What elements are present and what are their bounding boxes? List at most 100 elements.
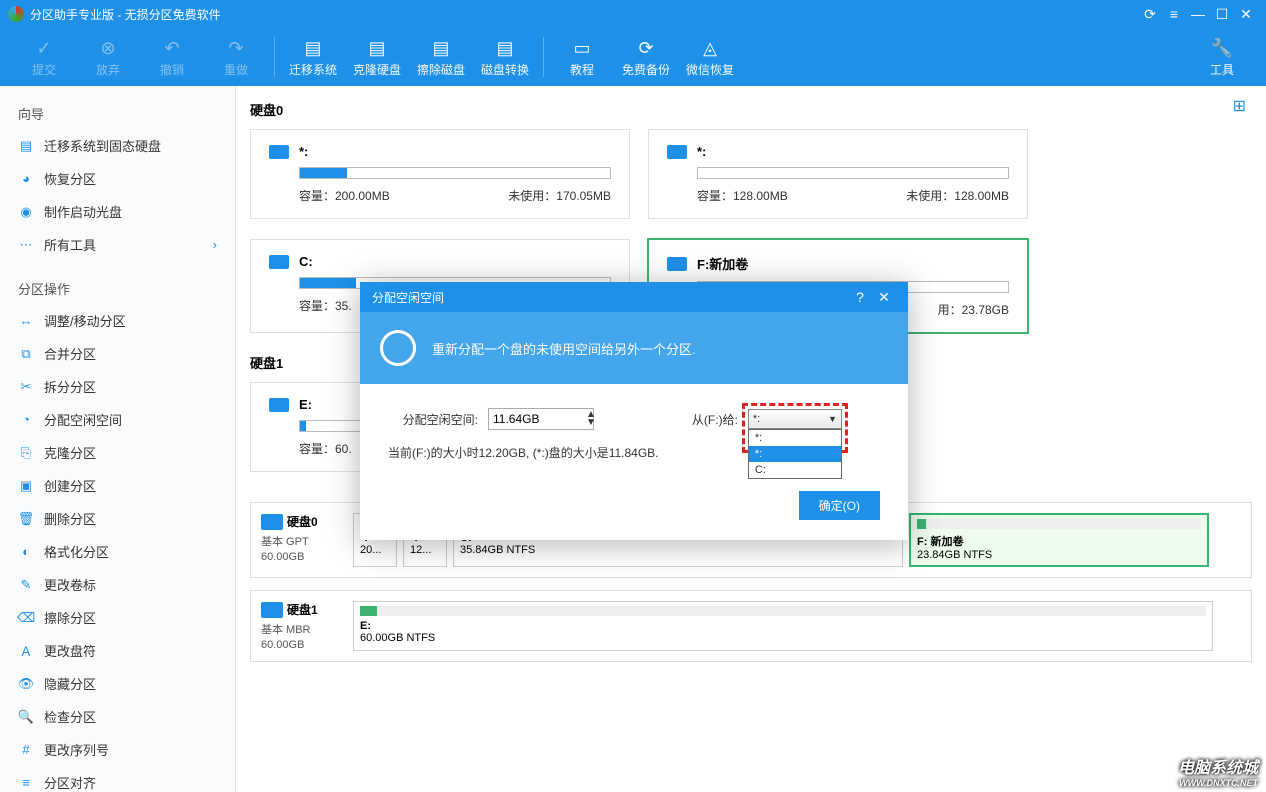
merge-icon: ⧉ — [18, 346, 34, 362]
free-label: 未使用：128.00MB — [906, 187, 1009, 204]
ops-section-title: 分区操作 — [0, 273, 235, 304]
sidebar-item-label: 合并分区 — [44, 344, 96, 363]
ops-item-11[interactable]: 👁隐藏分区 — [0, 667, 235, 700]
align-icon: ≡ — [18, 775, 34, 791]
sidebar-item-label: 克隆分区 — [44, 443, 96, 462]
format-icon: ◐ — [18, 544, 34, 560]
ops-item-1[interactable]: ⧉ 合并分区 — [0, 337, 235, 370]
ops-item-0[interactable]: ↔ 调整/移动分区 — [0, 304, 235, 337]
alloc-size-input[interactable] — [488, 408, 594, 430]
split-icon: ✂ — [18, 379, 34, 395]
sidebar-item-label: 更改盘符 — [44, 641, 96, 660]
layout-toggle-icon[interactable]: ⊞ — [1233, 96, 1246, 116]
ops-item-6[interactable]: 🗑删除分区 — [0, 502, 235, 535]
wizard-section-title: 向导 — [0, 98, 235, 129]
resize-icon: ↔ — [18, 313, 34, 329]
ops-item-8[interactable]: ✎ 更改卷标 — [0, 568, 235, 601]
dialog-title: 分配空闲空间 — [372, 289, 444, 306]
sidebar-item-label: 恢复分区 — [44, 169, 96, 188]
disk-icon — [261, 602, 283, 618]
sidebar-item-label: 创建分区 — [44, 476, 96, 495]
dots-icon: ⋯ — [18, 237, 34, 253]
disk-map-1[interactable]: 硬盘1基本 MBR60.00GBE:60.00GB NTFS — [250, 590, 1252, 662]
partition-card[interactable]: *:容量：128.00MB未使用：128.00MB — [648, 129, 1028, 219]
sidebar-item-label: 迁移系统到固态硬盘 — [44, 136, 161, 155]
dropdown-option[interactable]: C: — [749, 462, 841, 478]
spinner-buttons[interactable]: ▲▼ — [586, 411, 596, 427]
ops-item-3[interactable]: ◔分配空闲空间 — [0, 403, 235, 436]
sidebar-item-label: 更改卷标 — [44, 575, 96, 594]
pie-icon: ◕ — [18, 171, 34, 187]
wizard-item-1[interactable]: ◕ 恢复分区 — [0, 162, 235, 195]
redo-button[interactable]: ↷重做 — [204, 37, 268, 78]
discard-button[interactable]: ⊗放弃 — [76, 37, 140, 78]
ops-item-9[interactable]: ⌫擦除分区 — [0, 601, 235, 634]
label-icon: ✎ — [18, 577, 34, 593]
drive-icon — [667, 145, 687, 159]
watermark: 电脑系统城 WWW.DNXTC.NET — [1178, 754, 1258, 788]
ops-item-12[interactable]: 🔍检查分区 — [0, 700, 235, 733]
refresh-button[interactable]: ⟳ — [1138, 6, 1162, 23]
serial-icon: # — [18, 742, 34, 758]
dialog-titlebar: 分配空闲空间 ? ✕ — [360, 282, 908, 312]
tutorial-button[interactable]: ▭教程 — [550, 37, 614, 78]
free-label: 未使用：170.05MB — [508, 187, 611, 204]
capacity-label: 容量：35. — [299, 297, 352, 314]
disk-segment[interactable]: F: 新加卷23.84GB NTFS — [909, 513, 1209, 567]
disk-info: 硬盘0基本 GPT60.00GB — [261, 513, 347, 567]
ops-item-4[interactable]: ⎘ 克隆分区 — [0, 436, 235, 469]
maximize-button[interactable]: ☐ — [1210, 6, 1234, 23]
dropdown-selected: *: — [753, 413, 760, 425]
disk-segment[interactable]: E:60.00GB NTFS — [353, 601, 1213, 651]
allocate-dialog: 分配空闲空间 ? ✕ 重新分配一个盘的未使用空间给另外一个分区. 分配空闲空间:… — [360, 282, 908, 540]
commit-button[interactable]: ✓提交 — [12, 37, 76, 78]
capacity-label: 容量：200.00MB — [299, 187, 390, 204]
sidebar-item-label: 所有工具 — [44, 235, 96, 254]
dropdown-option[interactable]: *: — [749, 446, 841, 462]
sidebar-item-label: 制作启动光盘 — [44, 202, 122, 221]
ops-item-7[interactable]: ◐ 格式化分区 — [0, 535, 235, 568]
partition-name: E: — [299, 397, 312, 412]
close-button[interactable]: ✕ — [1234, 6, 1258, 23]
ok-button[interactable]: 确定(O) — [799, 491, 880, 520]
convert-button[interactable]: ▤磁盘转换 — [473, 37, 537, 78]
chevron-right-icon: › — [213, 237, 217, 252]
undo-button[interactable]: ↶撤销 — [140, 37, 204, 78]
dialog-help-button[interactable]: ? — [848, 289, 872, 305]
partition-card[interactable]: *:容量：200.00MB未使用：170.05MB — [250, 129, 630, 219]
sidebar-item-label: 调整/移动分区 — [44, 311, 126, 330]
disc-icon: ◉ — [18, 204, 34, 220]
titlebar: 分区助手专业版 - 无损分区免费软件 ⟳ ≡ — ☐ ✕ — [0, 0, 1266, 28]
clone-icon: ⎘ — [18, 445, 34, 461]
disk-info: 硬盘1基本 MBR60.00GB — [261, 601, 347, 651]
sidebar: 向导 ▤ 迁移系统到固态硬盘 ◕ 恢复分区 ◉ 制作启动光盘 ⋯ 所有工具 › 分区操作 ↔ 调整… — [0, 86, 236, 792]
ops-item-14[interactable]: ≡分区对齐 — [0, 766, 235, 792]
ops-item-13[interactable]: # 更改序列号 — [0, 733, 235, 766]
drive-icon — [269, 398, 289, 412]
ssd-icon: ▤ — [18, 138, 34, 154]
partition-name: F:新加卷 — [697, 254, 748, 273]
ops-item-5[interactable]: ▣创建分区 — [0, 469, 235, 502]
menu-button[interactable]: ≡ — [1162, 6, 1186, 22]
migrate-button[interactable]: ▤迁移系统 — [281, 37, 345, 78]
target-dropdown[interactable]: *: ▼ *:*:C: — [748, 409, 842, 429]
wizard-item-0[interactable]: ▤ 迁移系统到固态硬盘 — [0, 129, 235, 162]
sidebar-item-label: 格式化分区 — [44, 542, 109, 561]
clone-button[interactable]: ▤克隆硬盘 — [345, 37, 409, 78]
sidebar-item-label: 分配空闲空间 — [44, 410, 122, 429]
sidebar-item-label: 检查分区 — [44, 707, 96, 726]
dropdown-option[interactable]: *: — [749, 430, 841, 446]
dialog-hero-text: 重新分配一个盘的未使用空间给另外一个分区. — [432, 339, 696, 358]
tools-button[interactable]: 🔧工具 — [1190, 37, 1254, 78]
sidebar-item-label: 更改序列号 — [44, 740, 109, 759]
wizard-item-2[interactable]: ◉ 制作启动光盘 — [0, 195, 235, 228]
minimize-button[interactable]: — — [1186, 6, 1210, 22]
dialog-close-button[interactable]: ✕ — [872, 289, 896, 306]
ops-item-10[interactable]: Ａ更改盘符 — [0, 634, 235, 667]
backup-button[interactable]: ⟳免费备份 — [614, 37, 678, 78]
erase-button[interactable]: ▤擦除磁盘 — [409, 37, 473, 78]
sidebar-item-label: 擦除分区 — [44, 608, 96, 627]
wechat-button[interactable]: ◬微信恢复 — [678, 37, 742, 78]
ops-item-2[interactable]: ✂拆分分区 — [0, 370, 235, 403]
wizard-item-3[interactable]: ⋯ 所有工具 › — [0, 228, 235, 261]
